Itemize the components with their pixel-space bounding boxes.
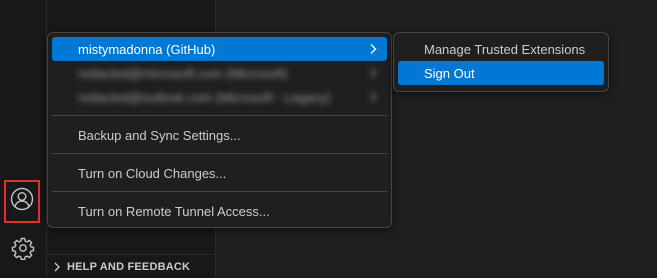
activity-bar <box>0 0 47 277</box>
help-and-feedback-section[interactable]: HELP AND FEEDBACK <box>47 254 215 278</box>
menu-item-legacy-account[interactable]: redacted@outlook.com (Microsoft - Legacy… <box>52 85 387 109</box>
account-submenu: Manage Trusted Extensions Sign Out <box>393 32 609 92</box>
menu-item-label: redacted@outlook.com (Microsoft - Legacy… <box>78 89 331 105</box>
menu-item-remote-tunnel[interactable]: Turn on Remote Tunnel Access... <box>52 199 387 223</box>
gear-icon <box>11 236 35 265</box>
chevron-right-icon <box>369 43 377 58</box>
menu-separator <box>52 191 387 192</box>
vscode-window: HELP AND FEEDBACK mistymadonna (GitHub) … <box>0 0 657 277</box>
menu-item-label: Sign Out <box>424 65 475 81</box>
menu-item-github-account[interactable]: mistymadonna (GitHub) <box>52 37 387 61</box>
menu-item-label: redacted@microsoft.com (Microsoft) <box>78 65 288 81</box>
menu-item-microsoft-account[interactable]: redacted@microsoft.com (Microsoft) <box>52 61 387 85</box>
menu-item-label: Manage Trusted Extensions <box>424 41 586 57</box>
menu-separator <box>52 153 387 154</box>
accounts-context-menu: mistymadonna (GitHub) redacted@microsoft… <box>47 32 392 228</box>
menu-item-cloud-changes[interactable]: Turn on Cloud Changes... <box>52 161 387 185</box>
menu-item-backup-sync[interactable]: Backup and Sync Settings... <box>52 123 387 147</box>
menu-item-manage-trusted-extensions[interactable]: Manage Trusted Extensions <box>398 37 604 61</box>
account-icon <box>10 187 34 216</box>
menu-item-sign-out[interactable]: Sign Out <box>398 61 604 85</box>
accounts-button[interactable] <box>4 180 40 223</box>
menu-separator <box>52 115 387 116</box>
menu-item-label: Turn on Cloud Changes... <box>78 165 227 181</box>
chevron-right-icon <box>369 91 377 106</box>
menu-item-label: Turn on Remote Tunnel Access... <box>78 203 270 219</box>
chevron-right-icon <box>369 67 377 82</box>
menu-item-label: Backup and Sync Settings... <box>78 127 241 143</box>
chevron-right-icon <box>53 262 61 272</box>
menu-item-label: mistymadonna (GitHub) <box>78 41 216 57</box>
help-section-label: HELP AND FEEDBACK <box>67 260 191 273</box>
manage-button[interactable] <box>8 235 38 265</box>
